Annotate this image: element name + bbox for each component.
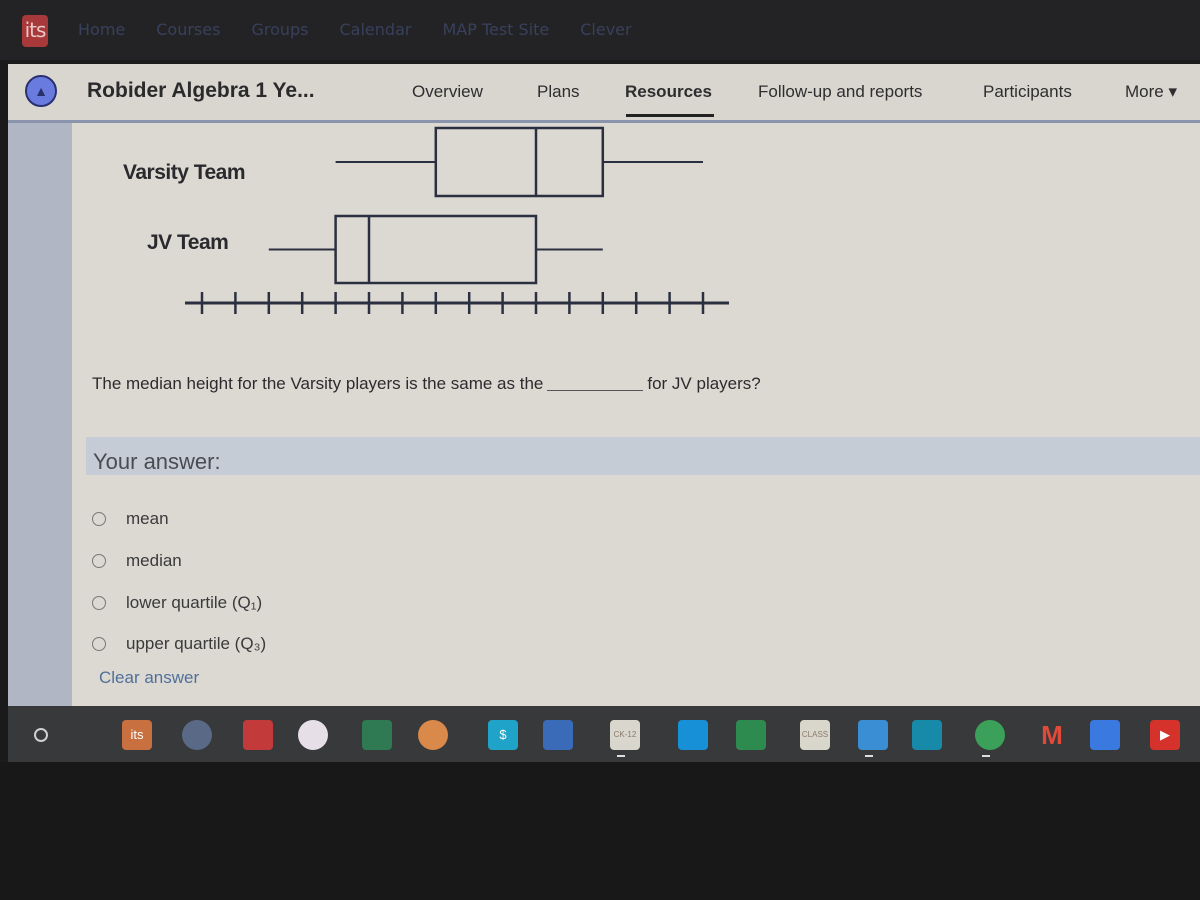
- option-mean[interactable]: mean: [92, 509, 169, 529]
- radio-button[interactable]: [92, 554, 106, 568]
- google-drive-app-icon[interactable]: [858, 720, 888, 750]
- your-answer-label: Your answer:: [93, 449, 221, 474]
- option-upper-quartile[interactable]: upper quartile (Q₃): [92, 634, 266, 654]
- varsity-team-box: [434, 126, 605, 198]
- red-cube-app-icon[interactable]: [243, 720, 273, 750]
- google-classroom-app-icon[interactable]: [736, 720, 766, 750]
- answer-blank: [547, 390, 644, 391]
- radio-button[interactable]: [92, 637, 106, 651]
- option-median[interactable]: median: [92, 551, 182, 571]
- ck12-app-icon[interactable]: CK-12: [610, 720, 640, 750]
- screen-bezel-bottom: [0, 762, 1200, 900]
- butterfly-app-icon[interactable]: [543, 720, 573, 750]
- option-label: median: [126, 551, 182, 570]
- question-text: The median height for the Varsity player…: [92, 374, 761, 394]
- running-indicator: [865, 755, 873, 757]
- os-shelf: its $ CK-12 CLASS M ▶: [8, 706, 1200, 762]
- clear-answer-link[interactable]: Clear answer: [99, 668, 199, 688]
- share-app-icon[interactable]: [418, 720, 448, 750]
- option-lower-quartile[interactable]: lower quartile (Q₁): [92, 593, 262, 613]
- question-suffix: for JV players?: [647, 374, 761, 393]
- typingclub-app-icon[interactable]: [678, 720, 708, 750]
- jv-team-box: [334, 214, 538, 285]
- option-label: mean: [126, 509, 169, 528]
- running-indicator: [617, 755, 625, 757]
- radio-button[interactable]: [92, 596, 106, 610]
- option-label: upper quartile (Q₃): [126, 634, 267, 653]
- running-indicator: [982, 755, 990, 757]
- sb-app-icon[interactable]: $: [488, 720, 518, 750]
- question-prefix: The median height for the Varsity player…: [92, 374, 544, 393]
- answer-header-bar: [86, 437, 1200, 475]
- desmos-app-icon[interactable]: [362, 720, 392, 750]
- chrome-app-icon[interactable]: [975, 720, 1005, 750]
- launcher-icon[interactable]: [29, 723, 53, 747]
- discovery-app-icon[interactable]: [912, 720, 942, 750]
- ixl-class-app-icon[interactable]: CLASS: [800, 720, 830, 750]
- radio-button[interactable]: [92, 512, 106, 526]
- google-docs-app-icon[interactable]: [1090, 720, 1120, 750]
- camera-app-icon[interactable]: [182, 720, 212, 750]
- its-app-icon[interactable]: its: [122, 720, 152, 750]
- option-label: lower quartile (Q₁): [126, 593, 263, 612]
- box-plot-chart: [185, 126, 729, 314]
- gmail-app-icon[interactable]: M: [1037, 720, 1067, 750]
- galaxy-app-icon[interactable]: [298, 720, 328, 750]
- youtube-app-icon[interactable]: ▶: [1150, 720, 1180, 750]
